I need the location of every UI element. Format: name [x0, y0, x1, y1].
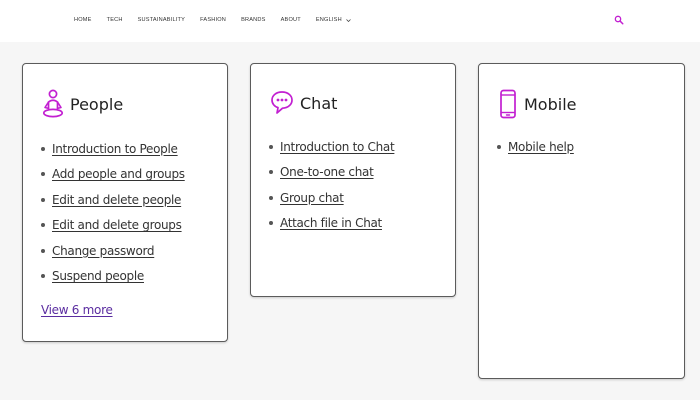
- list-item: Edit and delete people: [41, 187, 185, 213]
- bullet: [269, 195, 273, 200]
- nav-item-sustainability[interactable]: SUSTAINABILITY: [138, 17, 185, 23]
- list-item: Mobile help: [497, 134, 574, 160]
- chat-card: Chat Introduction to Chat One-to-one cha…: [250, 63, 456, 297]
- language-label: ENGLISH: [315, 17, 342, 23]
- list-item: Edit and delete groups: [41, 213, 185, 239]
- link-edit-and-delete-groups[interactable]: Edit and delete groups: [52, 218, 182, 232]
- link-group-chat[interactable]: Group chat: [280, 191, 344, 205]
- bullet: [269, 221, 273, 226]
- bullet: [41, 248, 45, 253]
- bullet: [269, 170, 273, 175]
- link-suspend-people[interactable]: Suspend people: [52, 269, 144, 283]
- list-item: Add people and groups: [41, 162, 185, 188]
- link-list: Introduction to People Add people and gr…: [41, 136, 185, 289]
- link-introduction-to-chat[interactable]: Introduction to Chat: [280, 140, 395, 154]
- bullet: [41, 146, 45, 151]
- link-one-to-one-chat[interactable]: One-to-one chat: [280, 165, 374, 179]
- link-mobile-help[interactable]: Mobile help: [508, 140, 574, 154]
- view-more-link[interactable]: View 6 more: [41, 303, 113, 317]
- main-menu: HOME TECH SUSTAINABILITY FASHION BRANDS …: [74, 17, 366, 23]
- mobile-card: Mobile Mobile help: [478, 63, 685, 379]
- search-icon[interactable]: [614, 15, 624, 25]
- card-header: People: [42, 89, 123, 119]
- bullet: [41, 223, 45, 228]
- chevron-down-icon: [346, 18, 351, 22]
- card-title: Mobile: [524, 94, 577, 114]
- top-navigation: HOME TECH SUSTAINABILITY FASHION BRANDS …: [0, 0, 700, 42]
- link-change-password[interactable]: Change password: [52, 244, 155, 258]
- mobile-phone-icon: [500, 89, 516, 119]
- card-header: Chat: [270, 89, 337, 117]
- list-item: Group chat: [269, 185, 394, 211]
- nav-item-brands[interactable]: BRANDS: [241, 17, 266, 23]
- list-item: Introduction to People: [41, 136, 185, 162]
- link-add-people-and-groups[interactable]: Add people and groups: [52, 167, 185, 181]
- bullet: [41, 197, 45, 202]
- people-card: People Introduction to People Add people…: [22, 63, 228, 342]
- nav-item-about[interactable]: ABOUT: [281, 17, 301, 23]
- bullet: [41, 172, 45, 177]
- card-header: Mobile: [498, 89, 576, 119]
- language-selector[interactable]: ENGLISH: [316, 17, 351, 23]
- list-item: Change password: [41, 238, 185, 264]
- bullet: [269, 144, 273, 149]
- link-list: Introduction to Chat One-to-one chat Gro…: [269, 134, 395, 237]
- list-item: Attach file in Chat: [269, 211, 394, 237]
- link-list: Mobile help: [497, 134, 574, 160]
- list-item: One-to-one chat: [269, 160, 394, 186]
- link-edit-and-delete-people[interactable]: Edit and delete people: [52, 193, 181, 207]
- card-title: People: [70, 94, 124, 114]
- person-meditation-icon: [42, 89, 64, 118]
- link-introduction-to-people[interactable]: Introduction to People: [52, 142, 178, 156]
- nav-item-tech[interactable]: TECH: [107, 17, 123, 23]
- list-item: Suspend people: [41, 264, 185, 290]
- bullet: [497, 144, 501, 149]
- nav-item-fashion[interactable]: FASHION: [200, 17, 226, 23]
- nav-item-home[interactable]: HOME: [74, 17, 92, 23]
- chat-bubble-icon: [271, 91, 293, 114]
- list-item: Introduction to Chat: [269, 134, 395, 160]
- link-attach-file-in-chat[interactable]: Attach file in Chat: [280, 216, 382, 230]
- bullet: [41, 274, 45, 279]
- card-title: Chat: [300, 93, 338, 113]
